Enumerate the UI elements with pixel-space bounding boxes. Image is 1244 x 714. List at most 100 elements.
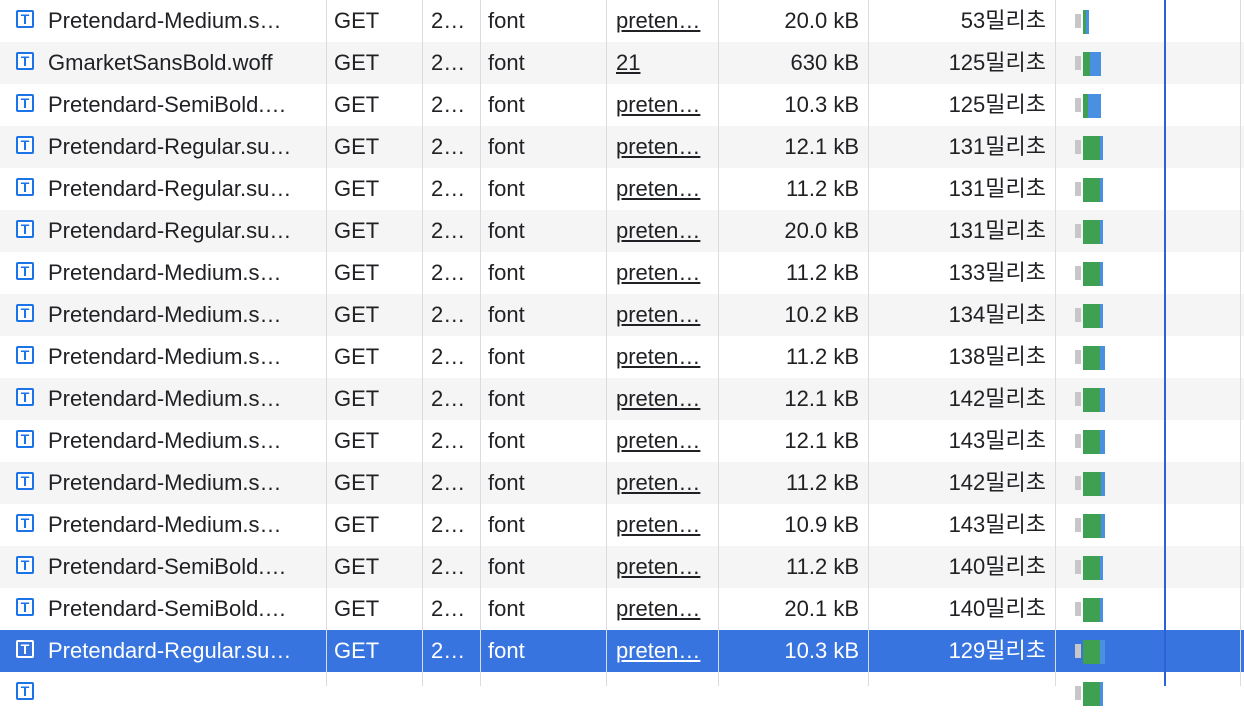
request-initiator-link[interactable]: preten…: [616, 252, 712, 294]
request-status: 2…: [431, 134, 466, 159]
table-row[interactable]: T Pretendard-Regular.su… GET 2… font preten… 2…: [0, 210, 1244, 252]
request-time: 140밀리초: [948, 596, 1046, 621]
request-method: GET: [334, 260, 380, 285]
column-divider[interactable]: [480, 0, 481, 686]
request-initiator-link[interactable]: preten…: [616, 126, 712, 168]
waterfall-receiving-bar: [1099, 640, 1106, 664]
column-divider[interactable]: [326, 0, 327, 686]
request-initiator-link[interactable]: 21: [616, 42, 712, 84]
waterfall-receiving-bar: [1099, 388, 1106, 412]
request-method: GET: [334, 218, 380, 243]
request-initiator-link[interactable]: preten…: [616, 546, 712, 588]
table-row[interactable]: T Pretendard-Regular.su… GET 2… font preten… 1…: [0, 126, 1244, 168]
request-initiator-link[interactable]: preten…: [616, 378, 712, 420]
waterfall-queue-bar: [1074, 434, 1081, 448]
request-initiator-link[interactable]: preten…: [616, 420, 712, 462]
table-row[interactable]: T Pretendard-SemiBold.… GET 2… font preten… 10…: [0, 84, 1244, 126]
request-name[interactable]: Pretendard-Medium.s…: [48, 252, 316, 294]
table-row[interactable]: T GmarketSansBold.woff GET 2… font 21 630 kB 12…: [0, 42, 1244, 84]
request-name[interactable]: Pretendard-Medium.s…: [48, 0, 316, 42]
request-initiator-link[interactable]: [616, 672, 712, 714]
waterfall-waiting-bar: [1082, 556, 1100, 580]
request-type: font: [488, 428, 525, 453]
request-initiator-link[interactable]: preten…: [616, 462, 712, 504]
column-divider[interactable]: [1055, 0, 1056, 686]
table-row[interactable]: T Pretendard-Medium.s… GET 2… font preten… 20.…: [0, 0, 1244, 42]
request-name[interactable]: Pretendard-Regular.su…: [48, 210, 316, 252]
request-name[interactable]: Pretendard-Regular.su…: [48, 630, 316, 672]
request-name[interactable]: Pretendard-SemiBold.…: [48, 588, 316, 630]
table-row[interactable]: T Pretendard-Medium.s… GET 2… font preten… 10.…: [0, 504, 1244, 546]
request-name[interactable]: Pretendard-Medium.s…: [48, 378, 316, 420]
request-name[interactable]: Pretendard-SemiBold.…: [48, 84, 316, 126]
request-status: 2…: [431, 386, 466, 411]
request-time: 143밀리초: [948, 428, 1046, 453]
request-name[interactable]: Pretendard-Medium.s…: [48, 336, 316, 378]
request-name[interactable]: Pretendard-Medium.s…: [48, 504, 316, 546]
table-row[interactable]: T Pretendard-Medium.s… GET 2… font preten… 12.…: [0, 420, 1244, 462]
request-initiator-link[interactable]: preten…: [616, 210, 712, 252]
request-name[interactable]: Pretendard-Medium.s…: [48, 420, 316, 462]
font-file-icon: T: [14, 0, 38, 42]
request-time: 131밀리초: [948, 218, 1046, 243]
request-size: 630 kB: [790, 50, 860, 75]
table-row[interactable]: T Pretendard-Medium.s… GET 2… font preten… 10.…: [0, 294, 1244, 336]
column-divider[interactable]: [718, 0, 719, 686]
request-size: [724, 672, 859, 714]
table-row[interactable]: T Pretendard-Medium.s… GET 2… font preten… 12.…: [0, 378, 1244, 420]
request-status: 2…: [431, 554, 466, 579]
request-status: 2…: [431, 50, 466, 75]
column-divider[interactable]: [422, 0, 423, 686]
table-row[interactable]: T: [0, 672, 1244, 714]
request-size: 10.9 kB: [784, 512, 859, 537]
request-name[interactable]: Pretendard-Medium.s…: [48, 294, 316, 336]
request-status: 2…: [431, 470, 466, 495]
waterfall-receiving-bar: [1099, 304, 1104, 328]
request-method: GET: [334, 428, 380, 453]
request-initiator-link[interactable]: preten…: [616, 168, 712, 210]
column-divider[interactable]: [606, 0, 607, 686]
table-row[interactable]: T Pretendard-Medium.s… GET 2… font preten… 11.…: [0, 252, 1244, 294]
request-method: GET: [334, 50, 380, 75]
request-name[interactable]: Pretendard-SemiBold.…: [48, 546, 316, 588]
waterfall-waiting-bar: [1082, 220, 1100, 244]
waterfall-receiving-bar: [1099, 430, 1106, 454]
font-file-icon: T: [14, 294, 38, 336]
request-name[interactable]: GmarketSansBold.woff: [48, 42, 316, 84]
request-status: 2…: [431, 260, 466, 285]
request-name[interactable]: Pretendard-Medium.s…: [48, 462, 316, 504]
table-row[interactable]: T Pretendard-Regular.su… GET 2… font preten… 1…: [0, 168, 1244, 210]
waterfall-receiving-bar: [1099, 178, 1104, 202]
request-initiator-link[interactable]: preten…: [616, 294, 712, 336]
waterfall-waiting-bar: [1082, 472, 1102, 496]
waterfall-receiving-bar: [1099, 220, 1104, 244]
waterfall-cell: [1058, 210, 1244, 252]
request-initiator-link[interactable]: preten…: [616, 336, 712, 378]
waterfall-cell: [1058, 42, 1244, 84]
table-row[interactable]: T Pretendard-Medium.s… GET 2… font preten… 11.…: [0, 462, 1244, 504]
table-row[interactable]: T Pretendard-SemiBold.… GET 2… font preten… 11…: [0, 546, 1244, 588]
waterfall-waiting-bar: [1082, 640, 1100, 664]
font-file-icon: T: [14, 588, 38, 630]
request-method: GET: [334, 176, 380, 201]
table-row[interactable]: T Pretendard-SemiBold.… GET 2… font preten… 20…: [0, 588, 1244, 630]
request-size: 20.0 kB: [784, 218, 859, 243]
column-divider[interactable]: [868, 0, 869, 686]
request-initiator-link[interactable]: preten…: [616, 0, 712, 42]
column-divider[interactable]: [1240, 0, 1241, 686]
table-row[interactable]: T Pretendard-Regular.su… GET 2… font preten… 1…: [0, 630, 1244, 672]
request-name[interactable]: Pretendard-Regular.su…: [48, 168, 316, 210]
request-name[interactable]: [48, 672, 316, 714]
waterfall-waiting-bar: [1082, 304, 1100, 328]
request-time: 142밀리초: [948, 470, 1046, 495]
request-initiator-link[interactable]: preten…: [616, 504, 712, 546]
waterfall-queue-bar: [1074, 224, 1081, 238]
waterfall-queue-bar: [1074, 602, 1081, 616]
request-initiator-link[interactable]: preten…: [616, 84, 712, 126]
request-name[interactable]: Pretendard-Regular.su…: [48, 126, 316, 168]
request-status: 2…: [431, 8, 466, 33]
request-initiator-link[interactable]: preten…: [616, 588, 712, 630]
request-type: font: [488, 218, 525, 243]
request-initiator-link[interactable]: preten…: [616, 630, 712, 672]
table-row[interactable]: T Pretendard-Medium.s… GET 2… font preten… 11.…: [0, 336, 1244, 378]
